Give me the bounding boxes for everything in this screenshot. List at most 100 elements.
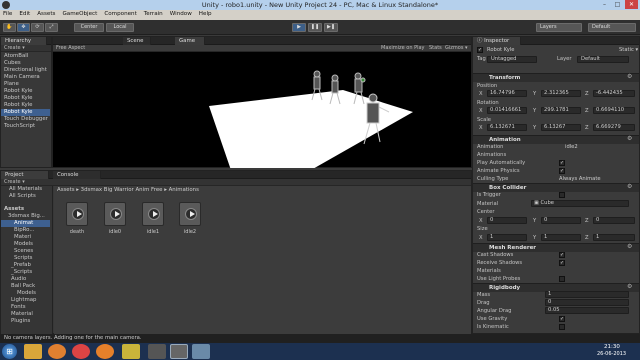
menu-component[interactable]: Component <box>104 12 136 18</box>
menu-gameobject[interactable]: GameObject <box>62 12 97 18</box>
use-light-probes-checkbox[interactable] <box>559 276 565 282</box>
mesh-renderer-header[interactable]: Mesh Renderer <box>473 243 639 252</box>
tab-game[interactable]: Game <box>175 37 205 45</box>
tag-dropdown[interactable]: Untagged <box>487 56 537 63</box>
game-view[interactable] <box>53 52 471 168</box>
tree-item[interactable]: Plugins <box>11 318 30 325</box>
tab-console[interactable]: Console <box>53 171 101 179</box>
tree-item[interactable]: BipRo... <box>14 227 34 234</box>
menu-window[interactable]: Window <box>170 12 192 18</box>
close-button[interactable]: ✕ <box>625 0 638 9</box>
project-create-menu[interactable]: Create ▾ <box>4 179 25 185</box>
is-kinematic-checkbox[interactable] <box>559 324 565 330</box>
asset-tile[interactable] <box>179 202 201 226</box>
object-name[interactable]: Robot Kyle <box>487 47 514 53</box>
box-collider-header[interactable]: Box Collider <box>473 183 639 192</box>
hierarchy-item[interactable]: AtomBall <box>4 53 28 60</box>
app-taskbar-icon[interactable] <box>192 344 210 359</box>
center-y-field[interactable]: 0 <box>541 217 581 224</box>
tree-item-selected[interactable]: Animat <box>1 220 50 227</box>
tree-item[interactable]: Ball Pack <box>11 283 35 290</box>
asset-tile[interactable] <box>66 202 88 226</box>
rotate-tool-button[interactable]: ⟳ <box>31 23 44 32</box>
pos-x-field[interactable]: 16.74796 <box>487 90 527 97</box>
scale-y-field[interactable]: 6.13267 <box>541 124 581 131</box>
gizmos-dropdown[interactable]: Gizmos ▾ <box>445 45 468 51</box>
cast-shadows-checkbox[interactable]: ✓ <box>559 252 565 258</box>
asset-tile[interactable] <box>104 202 126 226</box>
tree-item[interactable]: Lightmap <box>11 297 36 304</box>
gear-icon[interactable]: ⚙ <box>627 244 632 250</box>
center-z-field[interactable]: 0 <box>593 217 635 224</box>
pos-z-field[interactable]: -6.442435 <box>593 90 635 97</box>
animate-physics-checkbox[interactable]: ✓ <box>559 168 565 174</box>
gear-icon[interactable]: ⚙ <box>627 184 632 190</box>
size-z-field[interactable]: 1 <box>593 234 635 241</box>
gear-icon[interactable]: ⚙ <box>627 136 632 142</box>
is-trigger-checkbox[interactable] <box>559 192 565 198</box>
explorer-taskbar-icon[interactable] <box>24 344 42 359</box>
pivot-center-button[interactable]: Center <box>74 23 104 32</box>
culling-type-dropdown[interactable]: Always Animate <box>559 176 601 182</box>
hierarchy-item-selected[interactable]: Robot Kyle <box>1 109 50 116</box>
animations-foldout[interactable]: Animations <box>477 152 506 158</box>
rot-z-field[interactable]: 0.6694110 <box>593 107 635 114</box>
hand-tool-button[interactable]: ✋ <box>3 23 16 32</box>
hierarchy-item[interactable]: Main Camera <box>4 74 40 81</box>
tree-item[interactable]: 3dsmax Big... <box>8 213 45 220</box>
menu-file[interactable]: File <box>3 12 12 18</box>
scale-tool-button[interactable]: ⤢ <box>45 23 58 32</box>
clock-time[interactable]: 21:30 <box>604 344 620 351</box>
stats-toggle[interactable]: Stats <box>429 45 442 51</box>
drag-field[interactable]: 0 <box>545 299 629 306</box>
maximize-button[interactable]: □ <box>611 0 624 9</box>
transform-header[interactable]: Transform <box>473 73 639 82</box>
menu-terrain[interactable]: Terrain <box>144 12 163 18</box>
animation-header[interactable]: Animation <box>473 135 639 144</box>
rot-y-field[interactable]: 299.1781 <box>541 107 581 114</box>
firefox-taskbar-icon[interactable] <box>96 344 114 359</box>
use-gravity-checkbox[interactable]: ✓ <box>559 316 565 322</box>
app-taskbar-icon[interactable] <box>122 344 140 359</box>
minimize-button[interactable]: – <box>598 0 611 9</box>
hierarchy-item[interactable]: Robot Kyle <box>4 102 33 109</box>
tab-inspector[interactable]: ⓘ Inspector <box>473 37 521 45</box>
tree-item[interactable]: Models <box>14 241 33 248</box>
favorite-item[interactable]: All Materials <box>9 186 42 193</box>
hierarchy-create-menu[interactable]: Create ▾ <box>1 45 51 52</box>
breadcrumb[interactable]: Assets ▸ 3dsmax Big Warrior Anim Free ▸ … <box>57 187 199 193</box>
material-field[interactable]: ▣ Cube <box>531 200 629 207</box>
tree-item[interactable]: Scenes <box>14 248 33 255</box>
hierarchy-item[interactable]: Plane <box>4 81 19 88</box>
menu-help[interactable]: Help <box>199 12 212 18</box>
animation-field-value[interactable]: idle2 <box>565 144 578 150</box>
tree-item[interactable]: Audio <box>11 276 26 283</box>
media-player-taskbar-icon[interactable] <box>48 344 66 359</box>
layers-dropdown[interactable]: Layers <box>536 23 582 32</box>
chrome-taskbar-icon[interactable] <box>72 344 90 359</box>
mass-field[interactable]: 1 <box>545 291 629 298</box>
pause-button[interactable]: ❚❚ <box>308 23 322 32</box>
unity-taskbar-icon[interactable] <box>170 344 188 359</box>
tree-item[interactable]: Models <box>17 290 36 297</box>
tree-item[interactable]: Materi <box>14 234 31 241</box>
size-x-field[interactable]: 1 <box>487 234 527 241</box>
start-button[interactable]: ⊞ <box>2 344 17 359</box>
favorite-item[interactable]: All Scripts <box>9 193 36 200</box>
materials-foldout[interactable]: Materials <box>477 268 501 274</box>
menu-assets[interactable]: Assets <box>37 12 55 18</box>
hierarchy-item[interactable]: Cubes <box>4 60 21 67</box>
scale-z-field[interactable]: 6.669279 <box>593 124 635 131</box>
tree-item[interactable]: _Scripts <box>11 269 32 276</box>
pivot-local-button[interactable]: Local <box>106 23 134 32</box>
move-tool-button[interactable]: ✥ <box>17 23 30 32</box>
tab-scene[interactable]: Scene <box>123 37 151 45</box>
tree-item[interactable]: Scripts <box>14 255 32 262</box>
hierarchy-item[interactable]: TouchScript <box>4 123 35 130</box>
play-automatically-checkbox[interactable]: ✓ <box>559 160 565 166</box>
hierarchy-item[interactable]: Robot Kyle <box>4 88 33 95</box>
gear-icon[interactable]: ⚙ <box>627 284 632 290</box>
asset-tile[interactable] <box>142 202 164 226</box>
status-message[interactable]: No camera layers. Adding one for the mai… <box>4 335 142 341</box>
receive-shadows-checkbox[interactable]: ✓ <box>559 260 565 266</box>
